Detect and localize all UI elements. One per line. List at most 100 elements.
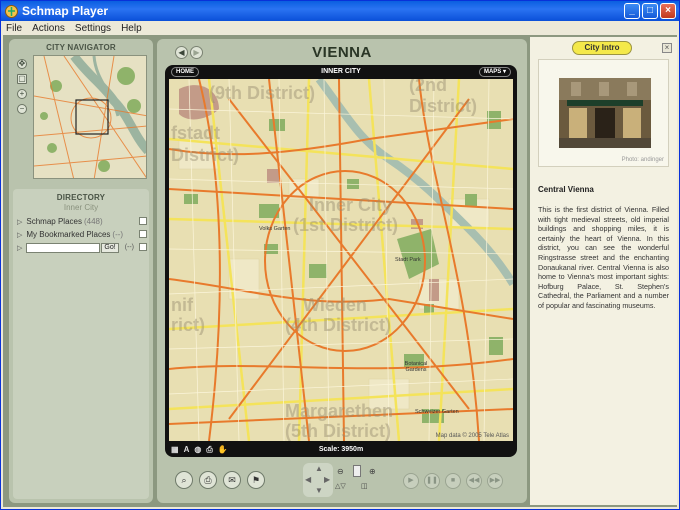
- history-nav: ◀ ▶: [175, 46, 203, 59]
- close-panel-icon[interactable]: ×: [662, 43, 672, 53]
- navigator-minimap[interactable]: [33, 55, 147, 179]
- expand-icon[interactable]: ▷: [17, 218, 22, 226]
- window-title: Schmap Player: [22, 4, 109, 18]
- map-copyright: Map data © 2005 Tele Atlas: [435, 433, 509, 439]
- search-input[interactable]: [26, 242, 101, 253]
- search-count: (--): [124, 244, 135, 251]
- search-checkbox[interactable]: [139, 243, 147, 251]
- photo-box: Photo: andinger: [538, 59, 669, 167]
- scale-label: Scale: 3950m: [318, 446, 364, 453]
- directory-search: ▷ Go! (--): [13, 241, 149, 254]
- rotate-icon[interactable]: ◫: [361, 482, 368, 490]
- map-label-inner-a: Inner City: [309, 195, 393, 215]
- directory-item-count: (448): [83, 217, 103, 226]
- city-intro-tab[interactable]: City Intro: [572, 41, 632, 55]
- directory-item-bookmarked[interactable]: ▷ My Bookmarked Places (--): [13, 228, 149, 241]
- email-icon[interactable]: ✉: [223, 471, 241, 489]
- directory-title: DIRECTORY: [56, 193, 106, 202]
- zoom-in-icon[interactable]: +: [17, 89, 27, 99]
- pan-right-icon[interactable]: ▶: [324, 475, 330, 484]
- menu-file[interactable]: File: [1, 23, 27, 34]
- maps-dropdown[interactable]: MAPS ▾: [478, 67, 511, 77]
- go-button[interactable]: Go!: [101, 242, 119, 253]
- menu-help[interactable]: Help: [116, 23, 147, 34]
- pause-icon[interactable]: ❚❚: [424, 473, 440, 489]
- zoom-out-button[interactable]: ⊖: [337, 467, 344, 476]
- map-label-district9: (9th District): [209, 83, 316, 103]
- map-label-district2: (2nd District): [409, 79, 478, 116]
- directory-item-schmap-places[interactable]: ▷ Schmap Places (448): [13, 215, 149, 228]
- title-bar: Schmap Player _ □ ×: [1, 1, 679, 21]
- walk-icon[interactable]: ⚑: [247, 471, 265, 489]
- globe-icon[interactable]: ◍: [194, 445, 201, 455]
- map-label-botanical[interactable]: Botanical Gardens: [401, 361, 431, 373]
- map-label-schweizer[interactable]: Schweizer Garten: [415, 409, 459, 415]
- direction-pad[interactable]: ▲ ◀ ▶ ▼: [303, 463, 333, 497]
- back-arrow-icon[interactable]: ◀: [175, 46, 188, 59]
- search-icon[interactable]: ⌕: [175, 471, 193, 489]
- map-label-josefstadt-b: District): [171, 145, 240, 165]
- directory-subtitle: Inner City: [63, 203, 99, 212]
- schmap-app-icon: [5, 4, 18, 18]
- center-panel: VIENNA ◀ ▶ HOME INNER CITY MAPS ▾ (9th D…: [157, 39, 527, 503]
- directory-item-checkbox[interactable]: [139, 217, 147, 225]
- directory-item-label: My Bookmarked Places: [26, 230, 111, 239]
- directory-item-checkbox[interactable]: [139, 230, 147, 238]
- directory-item-count: (--): [112, 230, 124, 239]
- map-label-volksgarten[interactable]: Volks Garten: [259, 226, 291, 232]
- select-icon[interactable]: ▢: [17, 74, 27, 84]
- map-frame: HOME INNER CITY MAPS ▾ (9th District) (2…: [165, 65, 517, 457]
- close-button[interactable]: ×: [660, 3, 676, 19]
- play-icon[interactable]: ▶: [403, 473, 419, 489]
- menu-settings[interactable]: Settings: [70, 23, 116, 34]
- minimize-button[interactable]: _: [624, 3, 640, 19]
- map-header: HOME INNER CITY MAPS ▾: [165, 65, 517, 78]
- map-label-nif-a: nif: [171, 295, 193, 315]
- map-view[interactable]: (9th District) (2nd District) fstadt Dis…: [169, 79, 513, 441]
- legend-icon[interactable]: ▦: [171, 445, 179, 455]
- fast-forward-icon[interactable]: ▶▶: [487, 473, 503, 489]
- directory-item-label: Schmap Places: [26, 217, 82, 226]
- map-footer: ▦ A ◍ ⎙ ✋ Scale: 3950m: [165, 443, 517, 456]
- photo-credit: Photo: andinger: [621, 157, 664, 163]
- pan-left-icon[interactable]: ◀: [305, 475, 311, 484]
- home-button[interactable]: HOME: [171, 67, 199, 77]
- map-label-wieden-b: (4th District): [285, 315, 392, 335]
- pan-down-icon[interactable]: ▼: [315, 486, 323, 495]
- menu-actions[interactable]: Actions: [27, 23, 70, 34]
- navigator-tools: ✥ ▢ + −: [17, 59, 27, 114]
- hand-icon[interactable]: ✋: [218, 445, 228, 455]
- expand-icon[interactable]: ▷: [17, 244, 22, 252]
- map-tools: ▦ A ◍ ⎙ ✋: [171, 445, 228, 455]
- zoom-slider[interactable]: [353, 465, 361, 477]
- print-map-icon[interactable]: ⎙: [206, 445, 212, 455]
- tilt-icon[interactable]: △▽: [335, 482, 346, 490]
- stop-icon[interactable]: ■: [445, 473, 461, 489]
- directory-panel: DIRECTORY Inner City ▷ Schmap Places (44…: [13, 189, 149, 499]
- rewind-icon[interactable]: ◀◀: [466, 473, 482, 489]
- map-label-wieden-a: Wieden: [303, 295, 367, 315]
- print-icon[interactable]: ⎙: [199, 471, 217, 489]
- maximize-button[interactable]: □: [642, 3, 658, 19]
- map-label-inner-b: (1st District): [293, 215, 399, 235]
- map-label-josefstadt-a: fstadt: [171, 123, 220, 143]
- app-body: CITY NAVIGATOR ✥ ▢ + − DIRECTORY Inner C…: [3, 35, 677, 507]
- expand-icon[interactable]: ▷: [17, 231, 22, 239]
- app-window: Schmap Player _ □ × File Actions Setting…: [0, 0, 680, 510]
- map-label-stadtpark[interactable]: Stadt Park: [395, 257, 421, 263]
- map-label-nif-b: rict): [171, 315, 206, 335]
- right-panel: City Intro × Photo: andinger Central Vie…: [530, 37, 677, 505]
- pan-up-icon[interactable]: ▲: [315, 464, 323, 473]
- forward-arrow-icon[interactable]: ▶: [190, 46, 203, 59]
- left-panel: CITY NAVIGATOR ✥ ▢ + − DIRECTORY Inner C…: [9, 39, 153, 503]
- pan-icon[interactable]: ✥: [17, 59, 27, 69]
- navigator-title: CITY NAVIGATOR: [46, 43, 116, 52]
- map-label-margareten-a: Margarethen: [285, 401, 394, 421]
- text-size-icon[interactable]: A: [184, 445, 190, 455]
- city-title: VIENNA: [312, 44, 372, 61]
- zoom-in-button[interactable]: ⊕: [369, 467, 376, 476]
- zoom-out-icon[interactable]: −: [17, 104, 27, 114]
- zoom-controls: ⊖ ⊕ △▽ ◫: [335, 465, 381, 495]
- intro-text: This is the first district of Vienna. Fi…: [538, 205, 669, 310]
- cafe-photo: [559, 78, 651, 148]
